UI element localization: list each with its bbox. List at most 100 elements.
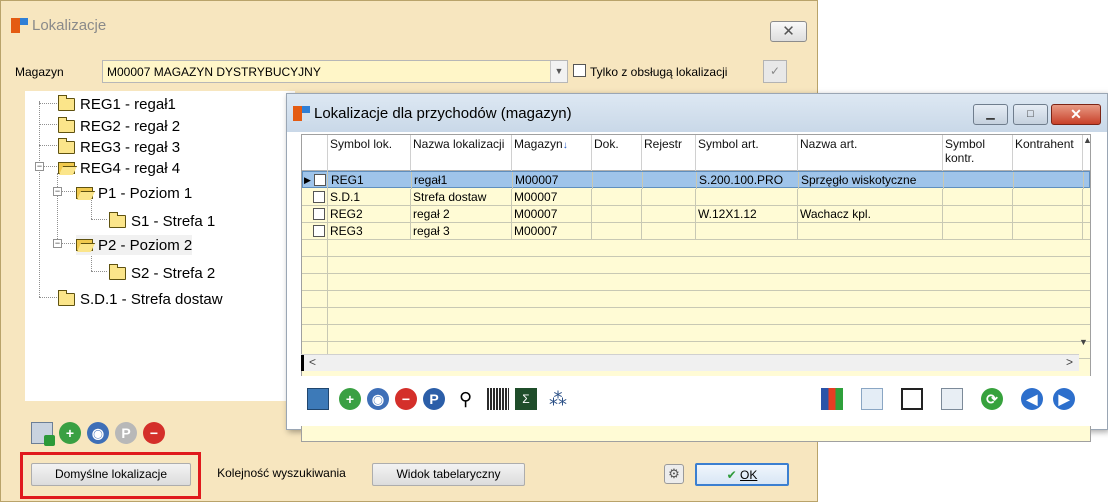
column-header[interactable]: Rejestr xyxy=(642,135,696,171)
tree-icon[interactable]: ⁂ xyxy=(549,388,571,410)
column-header[interactable]: Kontrahent xyxy=(1013,135,1083,171)
table-cell xyxy=(1014,172,1084,189)
settings-icon[interactable]: ⚙ xyxy=(664,464,684,484)
close-button[interactable]: ✕ xyxy=(770,21,807,42)
scroll-down-icon[interactable]: ▼ xyxy=(1079,337,1091,354)
search-icon[interactable]: ◉ xyxy=(87,422,109,444)
add-icon[interactable]: + xyxy=(59,422,81,444)
table-cell: REG2 xyxy=(328,206,411,223)
table-cell xyxy=(696,223,798,240)
table-cell xyxy=(642,206,696,223)
column-header[interactable]: Symbol art. xyxy=(696,135,798,171)
table-cell: regał1 xyxy=(412,172,513,189)
tree-item-reg1[interactable]: REG1 - regał1 xyxy=(58,94,176,114)
sigma-icon[interactable]: Σ xyxy=(515,388,537,410)
table-row-empty xyxy=(302,325,1090,342)
barcode-icon[interactable] xyxy=(487,388,509,410)
import-icon[interactable] xyxy=(307,388,329,410)
collapse-icon[interactable]: − xyxy=(53,239,62,248)
table-row[interactable]: REG3 regał 3 M00007 xyxy=(302,223,1090,240)
remove-icon[interactable]: − xyxy=(395,388,417,410)
report-icon[interactable] xyxy=(861,388,883,410)
table-row[interactable]: ▶ REG1 regał1 M00007 S.200.100.PRO Sprzę… xyxy=(302,171,1090,189)
table-cell xyxy=(592,189,642,206)
table-cell xyxy=(798,189,943,206)
column-header[interactable]: Symbol lok. xyxy=(328,135,411,171)
table-row[interactable]: S.D.1 Strefa dostaw M00007 xyxy=(302,189,1090,206)
ok-button[interactable]: ✔ OK xyxy=(695,463,789,486)
table-row-empty xyxy=(302,257,1090,274)
folder-open-icon xyxy=(58,162,75,174)
tree-item-p1[interactable]: P1 - Poziom 1 xyxy=(76,183,192,203)
maximize-button[interactable]: □ xyxy=(1013,104,1048,125)
chevron-down-icon[interactable]: ▼ xyxy=(550,61,567,82)
column-header[interactable]: Symbol kontr. xyxy=(943,135,1013,171)
tree-item-label: P1 - Poziom 1 xyxy=(98,184,193,202)
tree-item-s2[interactable]: S2 - Strefa 2 xyxy=(109,263,215,283)
park-icon[interactable]: P xyxy=(115,422,137,444)
table-row-empty xyxy=(302,291,1090,308)
main-title-bar: Lokalizacje xyxy=(11,17,106,34)
tree-item-reg3[interactable]: REG3 - regał 3 xyxy=(58,137,180,157)
column-header[interactable]: Nazwa art. xyxy=(798,135,943,171)
table-cell: M00007 xyxy=(513,172,593,189)
only-with-locations-checkbox[interactable] xyxy=(573,64,586,77)
copy-icon[interactable] xyxy=(941,388,963,410)
binoculars-icon[interactable]: ⚲ xyxy=(459,388,481,410)
tree-item-reg2[interactable]: REG2 - regał 2 xyxy=(58,116,180,136)
minimize-button[interactable]: ▁ xyxy=(973,104,1008,125)
tree-item-p2[interactable]: P2 - Poziom 2 xyxy=(76,235,193,255)
remove-icon[interactable]: − xyxy=(143,422,165,444)
scroll-left-icon[interactable]: < xyxy=(309,355,316,369)
tree-item-s1[interactable]: S1 - Strefa 1 xyxy=(109,211,215,231)
row-indicator-header xyxy=(302,135,328,171)
table-cell: W.12X1.12 xyxy=(696,206,798,223)
collapse-icon[interactable]: − xyxy=(35,162,44,171)
magazyn-select[interactable]: M00007 MAGAZYN DYSTRYBUCYJNY ▼ xyxy=(102,60,568,83)
table-cell xyxy=(798,223,943,240)
column-header[interactable]: Nazwa lokalizacji xyxy=(411,135,512,171)
table-row[interactable]: REG2 regał 2 M00007 W.12X1.12 Wachacz kp… xyxy=(302,206,1090,223)
scroll-up-icon[interactable]: ▲ xyxy=(1083,135,1090,171)
table-cell xyxy=(1013,206,1083,223)
next-icon[interactable]: ▶ xyxy=(1053,388,1075,410)
table-cell: M00007 xyxy=(512,189,592,206)
chart-icon[interactable] xyxy=(821,388,843,410)
table-cell xyxy=(1013,189,1083,206)
tree-item-label: REG3 - regał 3 xyxy=(80,138,181,156)
default-locations-button[interactable]: Domyślne lokalizacje xyxy=(31,463,191,486)
column-header-sorted[interactable]: Magazyn↓ xyxy=(512,135,592,171)
column-header[interactable]: Dok. xyxy=(592,135,642,171)
folder-icon xyxy=(109,263,126,280)
tree-item-label: S.D.1 - Strefa dostaw xyxy=(80,290,223,308)
tree-item-reg4[interactable]: REG4 - regał 4 xyxy=(58,158,180,178)
search-order-button[interactable]: Kolejność wyszukiwania xyxy=(205,463,358,486)
save-icon[interactable] xyxy=(901,388,923,410)
grid-add-icon[interactable] xyxy=(31,422,55,446)
table-cell: M00007 xyxy=(512,206,592,223)
search-icon[interactable]: ◉ xyxy=(367,388,389,410)
app-logo-icon xyxy=(11,18,28,33)
app-logo-icon xyxy=(293,105,310,121)
confirm-check-icon[interactable]: ✓ xyxy=(763,60,787,83)
sub-close-button[interactable]: ✕ xyxy=(1051,104,1101,125)
folder-open-icon xyxy=(76,239,93,251)
horizontal-scrollbar[interactable]: < > xyxy=(301,354,1079,371)
table-view-button[interactable]: Widok tabelaryczny xyxy=(372,463,525,486)
refresh-icon[interactable]: ⟳ xyxy=(981,388,1003,410)
prev-icon[interactable]: ◀ xyxy=(1021,388,1043,410)
collapse-icon[interactable]: − xyxy=(53,187,62,196)
table-cell xyxy=(944,172,1014,189)
tree-item-sd1[interactable]: S.D.1 - Strefa dostaw xyxy=(58,289,223,309)
table-row-empty xyxy=(302,274,1090,291)
table-cell: S.200.100.PRO xyxy=(697,172,799,189)
table-cell: REG3 xyxy=(328,223,411,240)
add-icon[interactable]: + xyxy=(339,388,361,410)
ok-label: OK xyxy=(740,468,758,482)
tree-item-label: S1 - Strefa 1 xyxy=(131,212,216,230)
scroll-right-icon[interactable]: > xyxy=(1066,355,1073,369)
park-icon[interactable]: P xyxy=(423,388,445,410)
tree-item-label: S2 - Strefa 2 xyxy=(131,264,216,282)
main-title: Lokalizacje xyxy=(32,17,107,34)
sub-window: Lokalizacje dla przychodów (magazyn) ▁ □… xyxy=(286,93,1108,442)
